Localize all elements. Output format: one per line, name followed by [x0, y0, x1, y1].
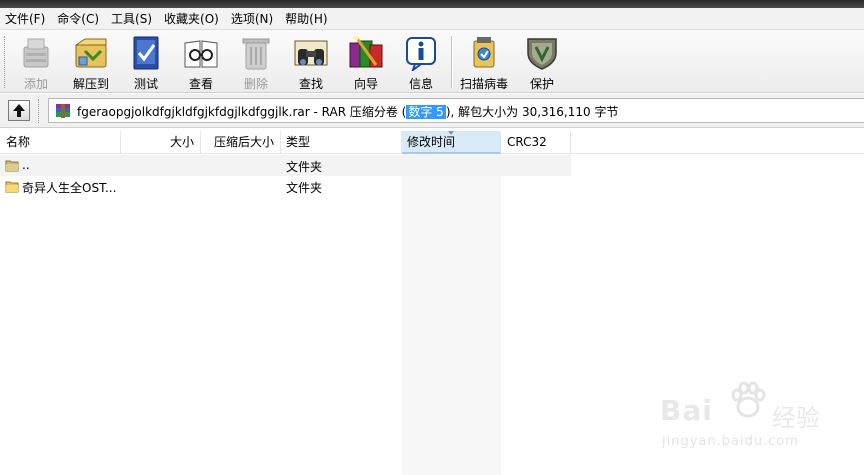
rar-archive-icon [56, 104, 70, 118]
menu-tools[interactable]: 工具(S) [105, 8, 158, 30]
watermark-brand: Bai [660, 394, 713, 427]
watermark-brand-cn: 经验 [772, 404, 820, 432]
sorted-column-shade [402, 154, 501, 475]
wizard-icon [349, 35, 383, 68]
archive-name: fgeraopgjolkdfgjkldfgjkfdgjlkdfggjlk.rar [77, 105, 310, 119]
column-packed-size[interactable]: 压缩后大小 [201, 131, 281, 154]
info-icon [406, 37, 436, 71]
archive-description: - RAR 压缩分卷 [309, 105, 402, 119]
list-item-folder[interactable]: 奇异人生全OST... 文件夹 [0, 176, 571, 197]
add-label: 添加 [23, 77, 48, 91]
baidu-paw-icon [731, 381, 766, 418]
folder-icon [5, 181, 19, 193]
delete-label: 删除 [243, 77, 268, 91]
menu-help[interactable]: 帮助(H) [279, 8, 333, 30]
up-folder-button[interactable] [8, 100, 30, 121]
info-label: 信息 [408, 77, 433, 91]
baidu-jingyan-watermark: Bai 经验 jingyan.baidu.com [660, 380, 840, 460]
test-button[interactable]: 测试 [118, 33, 174, 91]
menu-commands[interactable]: 命令(C) [51, 8, 105, 30]
address-bar: fgeraopgjolkdfgjkldfgjkfdgjlkdfggjlk.rar… [0, 94, 864, 128]
extract-to-icon [74, 38, 107, 68]
virus-scan-button[interactable]: 扫描病毒 [456, 33, 512, 91]
virus-scan-label: 扫描病毒 [459, 77, 508, 91]
add-icon [23, 38, 49, 68]
view-label: 查看 [188, 77, 213, 91]
up-folder-icon [13, 104, 25, 117]
menu-options[interactable]: 选项(N) [225, 8, 279, 30]
view-button[interactable]: 查看 [173, 33, 229, 91]
column-type[interactable]: 类型 [281, 131, 402, 154]
wizard-button[interactable]: 向导 [338, 33, 394, 91]
file-type: 文件夹 [286, 181, 323, 195]
menu-file[interactable]: 文件(F) [0, 8, 51, 30]
column-modified[interactable]: 修改时间 [402, 131, 501, 154]
wizard-label: 向导 [353, 77, 378, 91]
archive-path-text: fgeraopgjolkdfgjkldfgjkfdgjlkdfggjlk.rar… [77, 103, 618, 120]
toolbar-separator [451, 36, 453, 88]
unpacked-size-text: ), 解包大小为 30,316,110 字节 [445, 105, 619, 119]
sort-descending-icon [448, 131, 454, 135]
menu-bar: 文件(F) 命令(C) 工具(S) 收藏夹(O) 选项(N) 帮助(H) [0, 8, 864, 30]
protect-icon [527, 38, 557, 70]
watermark-url: jingyan.baidu.com [662, 434, 799, 449]
toolbar: 添加 解压到 测试 查看 删除 查找 向导 信息 扫描病毒 保护 [0, 30, 864, 93]
find-label: 查找 [298, 77, 323, 91]
file-name: 奇异人生全OST... [22, 181, 117, 195]
extract-to-button[interactable]: 解压到 [63, 33, 119, 91]
menu-favorites[interactable]: 收藏夹(O) [158, 8, 225, 30]
archive-path-field[interactable]: fgeraopgjolkdfgjkldfgjkfdgjlkdfggjlk.rar… [48, 98, 864, 123]
column-name[interactable]: 名称 [0, 131, 121, 154]
column-crc32[interactable]: CRC32 [501, 131, 571, 154]
file-type: 文件夹 [286, 160, 323, 174]
file-list-header: 名称 大小 压缩后大小 类型 修改时间 CRC32 [0, 131, 864, 154]
find-button[interactable]: 查找 [283, 33, 339, 91]
find-icon [294, 40, 328, 66]
add-button[interactable]: 添加 [8, 33, 64, 91]
list-item-parent[interactable]: .. 文件夹 [0, 155, 571, 176]
file-name: .. [22, 158, 30, 172]
parent-folder-icon [5, 160, 19, 172]
toolbar-grip[interactable] [4, 36, 7, 88]
delete-button[interactable]: 删除 [228, 33, 284, 91]
test-icon [133, 36, 159, 70]
info-button[interactable]: 信息 [393, 33, 449, 91]
column-size[interactable]: 大小 [121, 131, 201, 154]
column-modified-label: 修改时间 [407, 135, 456, 149]
volume-number-selection: 数字 5 [406, 105, 446, 119]
address-grip[interactable] [38, 99, 41, 123]
test-label: 测试 [133, 77, 158, 91]
delete-icon [242, 38, 270, 70]
virus-scan-icon [473, 37, 495, 68]
protect-button[interactable]: 保护 [514, 33, 570, 91]
extract-to-label: 解压到 [72, 77, 109, 91]
view-icon [184, 40, 218, 68]
protect-label: 保护 [529, 77, 554, 91]
